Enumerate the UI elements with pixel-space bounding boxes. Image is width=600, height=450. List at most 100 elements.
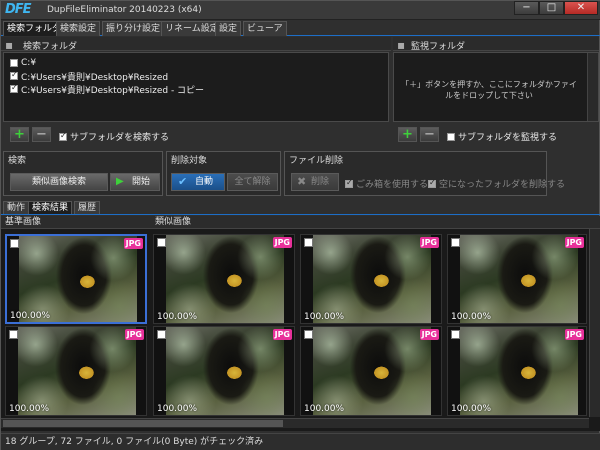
- thumbnail-checkbox[interactable]: [10, 239, 19, 248]
- base-image-header: 基準画像: [1, 216, 151, 229]
- base-image-thumbnail[interactable]: JPG 100.00%: [5, 326, 147, 416]
- delete-target-group: 削除対象 ✔ 自動 全て解除: [166, 151, 281, 196]
- add-watch-folder-button[interactable]: +: [398, 127, 417, 142]
- add-search-folder-button[interactable]: +: [10, 127, 29, 142]
- close-button[interactable]: ✕: [564, 1, 598, 15]
- folder-path: C:¥: [21, 58, 37, 68]
- start-button[interactable]: ▶ 開始: [110, 173, 160, 191]
- folder-checkbox[interactable]: [10, 83, 18, 93]
- thumbnail-photo-overlay: [166, 235, 284, 323]
- maximize-button[interactable]: □: [539, 1, 564, 15]
- watch-subfolder-checkbox[interactable]: [447, 132, 455, 141]
- search-folder-header-bar: ▪ 検索フォルダ: [1, 37, 391, 52]
- tab-history[interactable]: 履歴: [74, 201, 101, 214]
- similar-image-thumbnail[interactable]: JPG 100.00%: [447, 326, 587, 416]
- file-type-badge: JPG: [272, 329, 292, 340]
- status-bar: 18 グループ, 72 ファイル, 0 ファイル(0 Byte) がチェック済み: [1, 433, 600, 450]
- grid-horizontal-scrollbar[interactable]: [1, 418, 589, 428]
- clear-all-button[interactable]: 全て解除: [227, 173, 278, 191]
- folder-item[interactable]: C:¥: [10, 57, 36, 69]
- search-folder-header: 検索フォルダ: [23, 42, 78, 52]
- file-delete-group-title: ファイル削除: [289, 156, 344, 166]
- tab-sort-settings[interactable]: 振り分け設定: [102, 21, 165, 36]
- base-image-thumbnail[interactable]: JPG 100.00%: [5, 234, 147, 324]
- similar-image-thumbnail[interactable]: JPG 100.00%: [300, 326, 442, 416]
- watch-folder-list[interactable]: 「＋」ボタンを押すか、ここにフォルダかファイルをドロップして下さい: [393, 52, 599, 122]
- folder-item[interactable]: C:¥Users¥貴則¥Desktop¥Resized - コピー: [10, 83, 205, 96]
- search-group-title: 検索: [8, 156, 27, 166]
- results-grid: 基準画像 類似画像 JPG 100.00% JPG 100.00% JPG 100.00%…: [1, 216, 600, 431]
- use-recycle-bin-option[interactable]: ごみ箱を使用する: [345, 177, 428, 190]
- main-tab-bar: 検索フォルダ 検索設定 振り分け設定 リネーム設定 設定 ビューア: [1, 21, 600, 36]
- similarity-percent: 100.00%: [304, 404, 345, 414]
- similarity-percent: 100.00%: [304, 312, 345, 322]
- thumbnail-photo-overlay: [313, 235, 431, 323]
- tab-action[interactable]: 動作: [3, 201, 30, 214]
- use-recycle-bin-label: ごみ箱を使用する: [356, 180, 429, 190]
- search-folder-list[interactable]: C:¥ C:¥Users¥貴則¥Desktop¥Resized C:¥Users…: [3, 52, 389, 122]
- thumbnail-checkbox[interactable]: [157, 238, 166, 247]
- thumbnail-checkbox[interactable]: [451, 330, 460, 339]
- tab-search-results[interactable]: 検索結果: [28, 201, 73, 214]
- tab-settings[interactable]: 設定: [215, 21, 242, 36]
- similarity-percent: 100.00%: [10, 311, 51, 321]
- folder-checkbox[interactable]: [10, 59, 18, 67]
- grid-horizontal-scroll-thumb[interactable]: [3, 420, 283, 427]
- remove-search-folder-button[interactable]: −: [32, 127, 51, 142]
- watch-subfolder-label: サブフォルダを監視する: [458, 133, 558, 143]
- delete-target-group-title: 削除対象: [171, 156, 208, 166]
- similar-image-thumbnail[interactable]: JPG 100.00%: [300, 234, 442, 324]
- thumbnail-photo-overlay: [313, 327, 431, 415]
- watch-folder-header-bar: ▪ 監視フォルダ: [393, 37, 599, 52]
- play-icon: ▶: [116, 176, 124, 187]
- file-type-badge: JPG: [419, 237, 439, 248]
- thumbnail-checkbox[interactable]: [451, 238, 460, 247]
- thumbnail-photo-overlay: [18, 327, 136, 415]
- delete-button[interactable]: ✖ 削除: [291, 173, 339, 191]
- thumbnail-checkbox[interactable]: [157, 330, 166, 339]
- window-title: DupFileEliminator 20140223 (x64): [47, 5, 202, 15]
- auto-select-label: 自動: [194, 177, 213, 187]
- thumbnail-checkbox[interactable]: [9, 330, 18, 339]
- minimize-button[interactable]: −: [514, 1, 539, 15]
- file-type-badge: JPG: [272, 237, 292, 248]
- use-recycle-bin-checkbox[interactable]: [345, 178, 353, 188]
- similar-image-thumbnail[interactable]: JPG 100.00%: [447, 234, 587, 324]
- delete-empty-folder-checkbox[interactable]: [428, 178, 436, 188]
- search-subfolder-option[interactable]: サブフォルダを検索する: [59, 130, 169, 143]
- app-window: DFE DupFileEliminator 20140223 (x64) − □…: [0, 0, 600, 450]
- search-subfolder-checkbox[interactable]: [59, 131, 67, 141]
- thumbnail-photo-overlay: [166, 327, 284, 415]
- search-group: 検索 類似画像検索 ▶ 開始: [3, 151, 163, 196]
- similar-image-search-button[interactable]: 類似画像検索: [10, 173, 108, 191]
- tab-rename-settings[interactable]: リネーム設定: [161, 21, 223, 36]
- check-icon: ✔: [178, 175, 188, 188]
- tab-viewer[interactable]: ビューア: [243, 21, 287, 36]
- grid-vertical-scrollbar[interactable]: [589, 229, 600, 417]
- delete-empty-folder-label: 空になったフォルダを削除する: [439, 180, 566, 190]
- folder-checkbox[interactable]: [10, 70, 18, 80]
- similarity-percent: 100.00%: [451, 404, 492, 414]
- file-type-badge: JPG: [419, 329, 439, 340]
- thumbnail-photo-overlay: [460, 327, 578, 415]
- similar-image-thumbnail[interactable]: JPG 100.00%: [153, 326, 295, 416]
- remove-watch-folder-button[interactable]: −: [420, 127, 439, 142]
- file-delete-group: ファイル削除 ✖ 削除 ごみ箱を使用する 空になったフォルダを削除する: [284, 151, 565, 196]
- similar-image-thumbnail[interactable]: JPG 100.00%: [153, 234, 295, 324]
- delete-x-icon: ✖: [297, 175, 307, 188]
- folder-path: C:¥Users¥貴則¥Desktop¥Resized - コピー: [21, 85, 205, 96]
- tab-search-settings[interactable]: 検索設定: [56, 21, 101, 36]
- watch-folder-scrollbar[interactable]: [587, 53, 598, 121]
- thumbnail-photo-overlay: [460, 235, 578, 323]
- delete-empty-folder-option[interactable]: 空になったフォルダを削除する: [428, 177, 565, 190]
- watch-subfolder-option[interactable]: サブフォルダを監視する: [447, 130, 557, 143]
- similarity-percent: 100.00%: [157, 404, 198, 414]
- thumbnail-checkbox[interactable]: [304, 238, 313, 247]
- sub-tab-bar: 動作 検索結果 履歴: [1, 201, 600, 215]
- delete-button-label: 削除: [310, 177, 329, 187]
- title-bar: DFE DupFileEliminator 20140223 (x64) − □…: [1, 1, 600, 20]
- auto-select-button[interactable]: ✔ 自動: [171, 173, 225, 191]
- folder-item[interactable]: C:¥Users¥貴則¥Desktop¥Resized: [10, 70, 168, 83]
- thumbnail-checkbox[interactable]: [304, 330, 313, 339]
- file-type-badge: JPG: [564, 329, 584, 340]
